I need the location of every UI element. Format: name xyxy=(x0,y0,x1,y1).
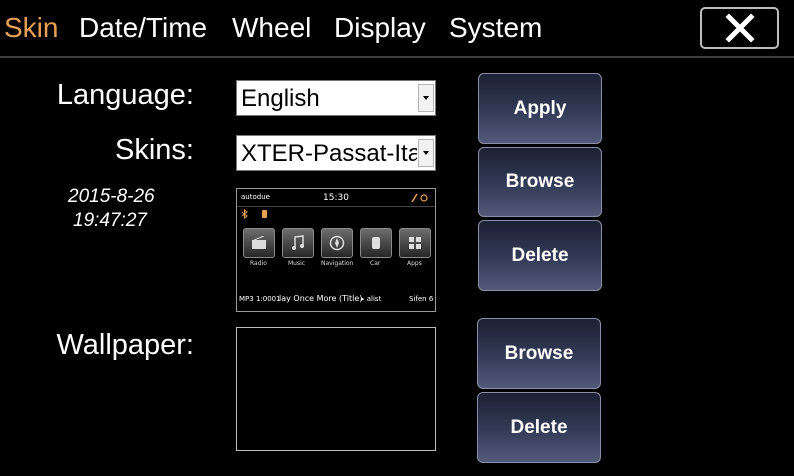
preview-tile-label: Music xyxy=(288,260,306,267)
phone-icon xyxy=(262,210,267,218)
close-button[interactable] xyxy=(700,7,779,49)
wallpaper-label: Wallpaper: xyxy=(56,329,194,361)
compass-icon xyxy=(329,235,345,251)
preview-car-tile xyxy=(360,228,392,258)
tab-skin[interactable]: Skin xyxy=(4,11,58,45)
skin-time: 19:47:27 xyxy=(73,210,147,231)
skin-delete-button[interactable]: Delete xyxy=(478,220,602,291)
bluetooth-icon xyxy=(241,209,248,219)
tab-bar: Skin Date/Time Wheel Display System xyxy=(0,0,794,56)
preview-divider xyxy=(237,206,435,207)
preview-track-number: MP3 1:0001 xyxy=(239,295,281,303)
wallpaper-browse-button[interactable]: Browse xyxy=(477,318,601,389)
dropdown-arrow-icon[interactable] xyxy=(418,84,434,112)
preview-top-left: autodue xyxy=(241,193,270,201)
preview-radio-tile xyxy=(243,228,275,258)
preview-track-title: lay Once More (Title) xyxy=(279,294,363,303)
skins-value: XTER-Passat-Italy xyxy=(241,140,417,167)
language-select[interactable]: English xyxy=(236,80,436,116)
tab-system[interactable]: System xyxy=(449,11,542,45)
preview-playlist: ▸ alist xyxy=(361,295,382,303)
music-icon xyxy=(292,235,304,250)
tab-wheel[interactable]: Wheel xyxy=(232,11,311,45)
tab-divider xyxy=(0,56,794,58)
car-icon xyxy=(372,237,380,249)
wallpaper-preview xyxy=(236,327,436,451)
preview-tile-label: Navigation xyxy=(321,260,354,267)
language-label: Language: xyxy=(56,79,194,111)
preview-tile-label: Radio xyxy=(250,260,267,267)
wallpaper-delete-button[interactable]: Delete xyxy=(477,392,601,463)
skin-date: 2015-8-26 xyxy=(68,186,155,207)
preview-status-icons xyxy=(411,193,428,203)
preview-tile-label: Apps xyxy=(407,260,422,267)
close-x-icon xyxy=(724,13,755,43)
skins-label: Skins: xyxy=(115,134,194,166)
preview-apps-tile xyxy=(399,228,431,258)
apply-button[interactable]: Apply xyxy=(478,73,602,144)
preview-music-tile xyxy=(282,228,314,258)
language-value: English xyxy=(241,85,320,112)
skins-select[interactable]: XTER-Passat-Italy xyxy=(236,135,436,171)
skin-browse-button[interactable]: Browse xyxy=(478,147,602,217)
preview-clock: 15:30 xyxy=(323,193,349,203)
skin-preview: autodue 15:30 Radio Music Navigation Car… xyxy=(236,188,436,312)
radio-icon xyxy=(252,236,266,249)
tab-date-time[interactable]: Date/Time xyxy=(79,11,207,45)
preview-navigation-tile xyxy=(321,228,353,258)
apps-grid-icon xyxy=(409,237,421,249)
preview-source: Sifen 6 xyxy=(409,295,434,303)
dropdown-arrow-icon[interactable] xyxy=(418,139,434,167)
preview-tile-label: Car xyxy=(370,260,381,267)
tab-display[interactable]: Display xyxy=(334,11,426,45)
